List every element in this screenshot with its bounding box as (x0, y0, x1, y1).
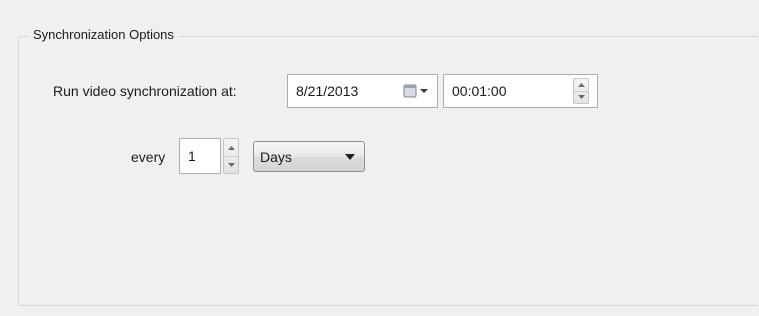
date-value: 8/21/2013 (296, 83, 359, 99)
interval-value: 1 (188, 148, 196, 164)
time-spinner[interactable] (573, 78, 589, 104)
chevron-down-icon (345, 153, 355, 160)
group-title: Synchronization Options (28, 26, 179, 44)
every-label: every (131, 149, 166, 165)
date-picker[interactable]: 8/21/2013 (287, 74, 438, 108)
time-value: 00:01:00 (452, 83, 507, 99)
interval-spinner[interactable] (223, 138, 239, 174)
interval-unit-value: Days (260, 148, 292, 165)
arrow-down-icon[interactable] (574, 91, 588, 103)
interval-field[interactable]: 1 (179, 138, 221, 174)
arrow-down-icon[interactable] (224, 156, 238, 173)
calendar-dropdown-icon[interactable] (403, 82, 431, 100)
arrow-up-icon[interactable] (224, 139, 238, 157)
options-panel: Synchronization Options Run video synchr… (0, 0, 759, 316)
run-sync-label: Run video synchronization at: (53, 83, 237, 99)
interval-unit-select[interactable]: Days (253, 141, 365, 172)
